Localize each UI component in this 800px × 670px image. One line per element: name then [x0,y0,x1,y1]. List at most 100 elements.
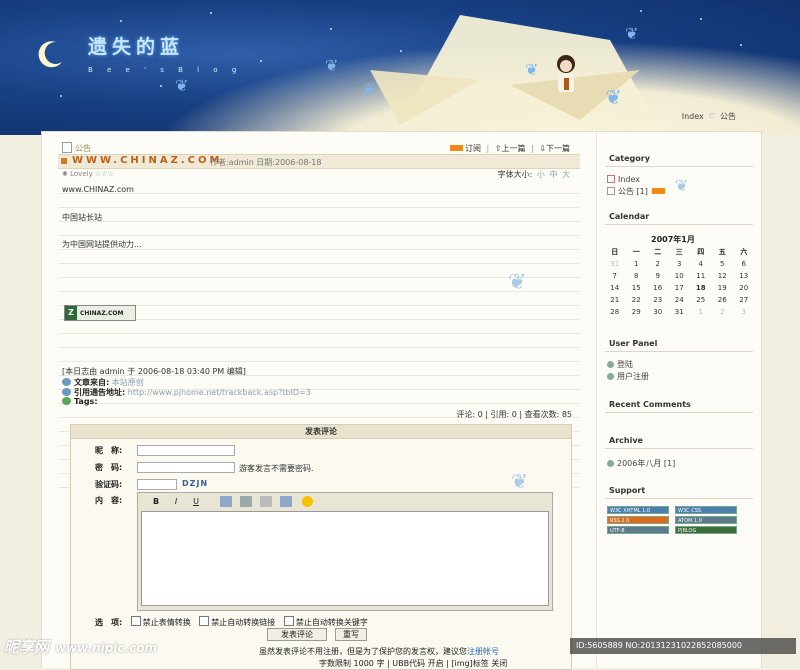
divider [605,351,753,352]
calendar-day: 2 [720,308,725,316]
calendar-day: 29 [631,308,641,316]
support-badge[interactable]: PJBLOG [675,526,737,534]
watermark-id: ID:5605889 NO:20131231022852085000 [570,638,796,654]
calendar-day: 10 [674,272,684,280]
calendar-day: 25 [696,296,706,304]
calendar-day: 15 [631,284,641,292]
submit-comment-button[interactable]: 发表评论 [267,628,327,641]
password-input[interactable] [137,462,235,473]
separator: | [486,144,490,153]
calendar-day: 1 [634,260,639,268]
comment-form: 发表评论 昵 称: 密 码: 游客发言不需要密码. 验证码: DZJN 内 容:… [70,424,572,670]
article-title[interactable]: WWW.CHINAZ.COM [72,155,222,166]
insert-image-icon[interactable] [220,496,232,507]
bullet-icon [607,373,614,380]
bold-button[interactable]: B [150,496,162,507]
girl-illustration [557,55,575,92]
option-label: 禁止自动转换关键字 [295,618,368,627]
captcha-image[interactable]: DZJN [182,479,208,488]
calendar-day: 20 [739,284,749,292]
calendar-day: 4 [698,260,703,268]
font-size-label: 字体大小: [497,170,533,179]
calendar-day: 6 [741,260,746,268]
star-icon[interactable]: ☆☆☆ [95,170,114,178]
document-icon [607,187,615,195]
option-checkbox[interactable] [130,616,141,626]
breadcrumb-notice[interactable]: 公告 [75,144,91,153]
archive-heading: Archive [609,436,643,445]
support-badge[interactable]: ATOM 1.0 [675,516,737,524]
font-size-small[interactable]: 小 [537,170,545,179]
watermark-brand: 昵享网 www.nipic.com [4,636,157,657]
comment-textarea[interactable] [141,511,549,606]
subscribe-link[interactable]: 订阅 [465,144,481,153]
underline-button[interactable]: U [190,496,202,507]
calendar-day: 28 [610,308,620,316]
weekday: 二 [654,248,662,256]
article-content: 公告 订阅 | ⇧上一篇 | ⇩下一篇 WWW.CHINAZ.COM 作者:ad… [58,132,582,670]
sidebar-item-login[interactable]: 登陆 [607,359,633,370]
option-checkbox[interactable] [199,616,210,626]
calendar-day: 8 [634,272,639,280]
tags-row: Tags: [62,397,98,406]
font-size-switcher: 字体大小: 小 中 大 [498,169,570,180]
calendar-week: 21 22 23 24 25 26 27 [604,294,755,306]
paper-boat-illustration [370,15,660,130]
support-badge[interactable]: UTF-8 [607,526,669,534]
font-size-large[interactable]: 大 [562,170,570,179]
chinaz-logo-badge[interactable]: Z CHINAZ.COM [64,305,136,321]
butterfly-icon: ❦ [511,469,528,493]
calendar-day: 16 [653,284,663,292]
calendar-day: 21 [610,296,620,304]
nav-notice-link[interactable]: 公告 [720,112,736,121]
moon-icon [38,41,62,68]
font-size-medium[interactable]: 中 [549,170,557,179]
calendar-day: 14 [610,284,620,292]
sidebar-item-notice[interactable]: 公告 [1] [607,186,666,197]
reset-button[interactable]: 重写 [335,628,367,641]
captcha-input[interactable] [137,479,177,490]
source-value[interactable]: 本站原创 [112,378,144,387]
insert-link-icon[interactable] [280,496,292,507]
sidebar-item-index[interactable]: Index [607,175,640,184]
support-badge[interactable]: W3C CSS [675,506,737,514]
weekday: 一 [632,248,640,256]
document-icon [62,142,72,153]
user-panel-heading: User Panel [609,339,658,348]
register-link[interactable]: 注册帐号 [467,647,499,656]
option-checkbox[interactable] [283,616,294,626]
calendar-week: 31 1 2 3 4 5 6 [604,258,755,270]
sidebar-item-register[interactable]: 用户注册 [607,371,649,382]
logo-badge-text: CHINAZ.COM [80,310,124,317]
insert-table-icon[interactable] [260,496,272,507]
prev-post-link[interactable]: 上一篇 [502,144,526,153]
emoticon-icon[interactable] [302,496,313,507]
sidebar-item-archive[interactable]: 2006年八月 [1] [607,458,675,469]
article-title-bar: WWW.CHINAZ.COM 作者:admin 日期:2006-08-18 [58,154,580,169]
butterfly-icon: ❦ [605,85,622,109]
calendar-day: 19 [717,284,727,292]
blog-title[interactable]: 遗失的蓝 [88,32,184,59]
category-heading: Category [609,154,650,163]
next-post-link[interactable]: 下一篇 [546,144,570,153]
calendar-day: 27 [739,296,749,304]
calendar-day: 9 [655,272,660,280]
watermark-brand-name: 昵享网 [4,638,50,656]
nickname-input[interactable] [137,445,235,456]
trackback-icon [62,388,71,396]
top-navigation: Index ♡ 公告 [682,111,736,122]
support-badge[interactable]: W3C XHTML 1.0 [607,506,669,514]
weekday: 五 [718,248,726,256]
insert-media-icon[interactable] [240,496,252,507]
support-badge[interactable]: RSS 2.0 [607,516,669,524]
calendar-week: 14 15 16 17 18 19 20 [604,282,755,294]
italic-button[interactable]: I [170,496,182,507]
breadcrumb: 公告 [62,142,91,154]
nickname-label: 昵 称: [95,446,123,455]
trackback-url[interactable]: http://www.pjhome.net/trackback.asp?tbID… [128,388,311,397]
article-meta: 作者:admin 日期:2006-08-18 [210,158,322,167]
butterfly-icon: ❦ [508,270,527,295]
calendar-heading: Calendar [609,212,650,221]
feed-icon[interactable] [652,188,666,194]
nav-index-link[interactable]: Index [682,112,704,121]
